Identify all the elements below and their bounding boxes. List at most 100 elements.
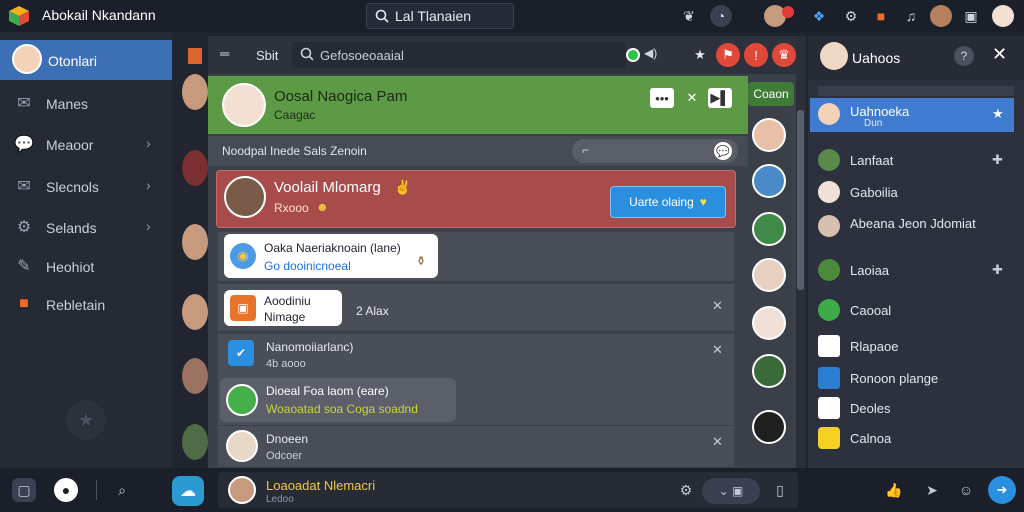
history-icon[interactable]: ◔: [710, 5, 732, 27]
strip-avatar[interactable]: [182, 294, 208, 330]
open-button[interactable]: Coaon: [748, 82, 794, 106]
dropbox-icon[interactable]: ❖: [808, 5, 830, 27]
sidebar-item-manes[interactable]: ✉ Manes: [0, 83, 172, 123]
bookmark-icon[interactable]: ▯: [768, 478, 792, 502]
top-search-input[interactable]: [395, 7, 507, 25]
menu-icon[interactable]: ═: [220, 46, 229, 61]
sound-icon[interactable]: ◀): [644, 46, 657, 60]
chevron-right-icon: ›: [146, 177, 151, 193]
sidebar-item-meaoor[interactable]: 💬 Meaoor ›: [0, 124, 172, 164]
circle-icon[interactable]: ●: [54, 478, 78, 502]
close-icon[interactable]: ✕: [712, 298, 723, 314]
gear-icon[interactable]: ⚙: [840, 5, 862, 27]
music-note-icon[interactable]: ♫: [900, 5, 922, 27]
chat-bubble-icon[interactable]: 💬: [714, 142, 732, 160]
contact-item[interactable]: Ronoon plange: [810, 362, 1014, 394]
close-icon[interactable]: ✕: [712, 434, 723, 450]
contact-item[interactable]: Laoiaa ✚: [810, 254, 1014, 286]
help-icon[interactable]: ?: [954, 46, 974, 66]
leaf-icon[interactable]: ❦: [678, 5, 700, 27]
message-avatar: [226, 430, 258, 462]
chevron-right-icon: ›: [146, 218, 151, 234]
contact-item[interactable]: Abeana Jeon Jdomiat: [810, 210, 1014, 246]
people-icon[interactable]: ☺: [954, 478, 978, 502]
highlight-action-button[interactable]: Uarte olaing ♥: [610, 186, 726, 218]
participant-avatar[interactable]: [752, 410, 786, 444]
user-avatar[interactable]: [930, 5, 952, 27]
orange-app-icon[interactable]: ■: [870, 5, 892, 27]
message-row[interactable]: Dnoeen Odcoer ✕: [218, 426, 734, 468]
message-row[interactable]: ▣ Aoodiniu Nimage 2 Alax ✕: [218, 284, 734, 332]
participant-avatar[interactable]: [752, 306, 786, 340]
close-icon[interactable]: ✕: [992, 44, 1007, 65]
message-row[interactable]: Dioeal Foa laom (eare) Woaoatad soa Coga…: [218, 376, 734, 426]
search-icon[interactable]: ⌕: [110, 478, 134, 502]
square-icon[interactable]: ▢: [12, 478, 36, 502]
close-icon[interactable]: ✕: [712, 342, 723, 358]
contact-item[interactable]: Deoles: [810, 392, 1014, 424]
participant-avatar[interactable]: [752, 354, 786, 388]
participant-avatar[interactable]: [752, 118, 786, 152]
message-title: Dnoeen: [266, 432, 309, 446]
send-icon[interactable]: ➜: [988, 476, 1016, 504]
sidebar-profile[interactable]: Otonlari: [0, 40, 172, 80]
contact-item[interactable]: Calnoa: [810, 422, 1014, 454]
message-row[interactable]: ✔ Nanomoiiarlanc) 4b aooo ✕: [218, 334, 734, 382]
cloud-icon[interactable]: ☁: [172, 476, 204, 506]
envelope-icon: ✉: [17, 178, 31, 195]
chat-icon[interactable]: •••: [650, 88, 674, 108]
shuffle-icon[interactable]: ✕: [680, 88, 704, 108]
strip-avatar[interactable]: [182, 150, 208, 186]
divider: [96, 480, 97, 500]
video-icon[interactable]: ▶▌: [708, 88, 732, 108]
participant-avatar[interactable]: [752, 258, 786, 292]
contact-avatar: [818, 367, 840, 389]
participant-avatar[interactable]: [752, 164, 786, 198]
strip-avatar[interactable]: [182, 358, 208, 394]
participant-avatar[interactable]: [752, 212, 786, 246]
strip-avatar[interactable]: [182, 424, 208, 460]
alert-icon[interactable]: !: [744, 43, 768, 67]
contact-item[interactable]: Rlapaoe: [810, 330, 1014, 362]
star-icon[interactable]: ★: [688, 43, 712, 67]
strip-avatar[interactable]: [182, 224, 208, 260]
main-search-input[interactable]: [320, 46, 616, 64]
emoji-icon: ✌: [394, 179, 412, 195]
chat-avatar[interactable]: [222, 83, 266, 127]
home-icon[interactable]: [188, 48, 202, 64]
strip-avatar[interactable]: [182, 74, 208, 110]
contact-item[interactable]: Lanfaat ✚: [810, 144, 1014, 176]
contact-item[interactable]: Caooal: [810, 294, 1014, 326]
message-row[interactable]: ◉ Oaka Naeriaknoain (lane) Go dooinicnoe…: [218, 232, 734, 282]
tag-icon[interactable]: ♛: [772, 43, 796, 67]
emoji-icon: ☻: [316, 200, 329, 214]
puzzle-icon[interactable]: ✚: [992, 152, 1003, 168]
contacts-filter[interactable]: [818, 86, 1014, 96]
message-avatar: [226, 384, 258, 416]
contact-name: Gaboilia: [850, 185, 898, 200]
like-icon[interactable]: 👍: [882, 478, 906, 502]
search-icon: [300, 47, 314, 61]
sub-header-input[interactable]: ⌐ 💬: [572, 139, 738, 163]
image-icon[interactable]: ▣: [960, 5, 982, 27]
puzzle-icon[interactable]: ✚: [992, 262, 1003, 278]
star-icon[interactable]: ★: [992, 106, 1004, 122]
share-icon[interactable]: ➤: [920, 478, 944, 502]
scrollbar-thumb[interactable]: [797, 110, 804, 290]
gear-icon[interactable]: ⚙: [674, 478, 698, 502]
contact-name: Lanfaat: [850, 153, 894, 168]
contact-avatar: [818, 299, 840, 321]
sidebar-item-rebletain[interactable]: ■ Rebletain: [0, 284, 172, 324]
account-avatar[interactable]: [992, 5, 1014, 27]
sidebar-item-selands[interactable]: ⚙ Selands ›: [0, 207, 172, 247]
sidebar-item-heohiot[interactable]: ✎ Heohiot: [0, 246, 172, 286]
main-search-box[interactable]: [292, 42, 626, 68]
contact-avatar: [818, 335, 840, 357]
flag-icon[interactable]: ⚑: [716, 43, 740, 67]
sidebar-item-slecnols[interactable]: ✉ Slecnols ›: [0, 166, 172, 206]
contact-item[interactable]: Uahnoeka Dun ★: [810, 98, 1014, 132]
top-search-box[interactable]: [366, 3, 514, 29]
view-toggle[interactable]: ⌄ ▣: [702, 478, 760, 504]
chat-title: Oosal Naogica Pam: [274, 88, 408, 105]
contact-item[interactable]: Gaboilia: [810, 176, 1014, 208]
